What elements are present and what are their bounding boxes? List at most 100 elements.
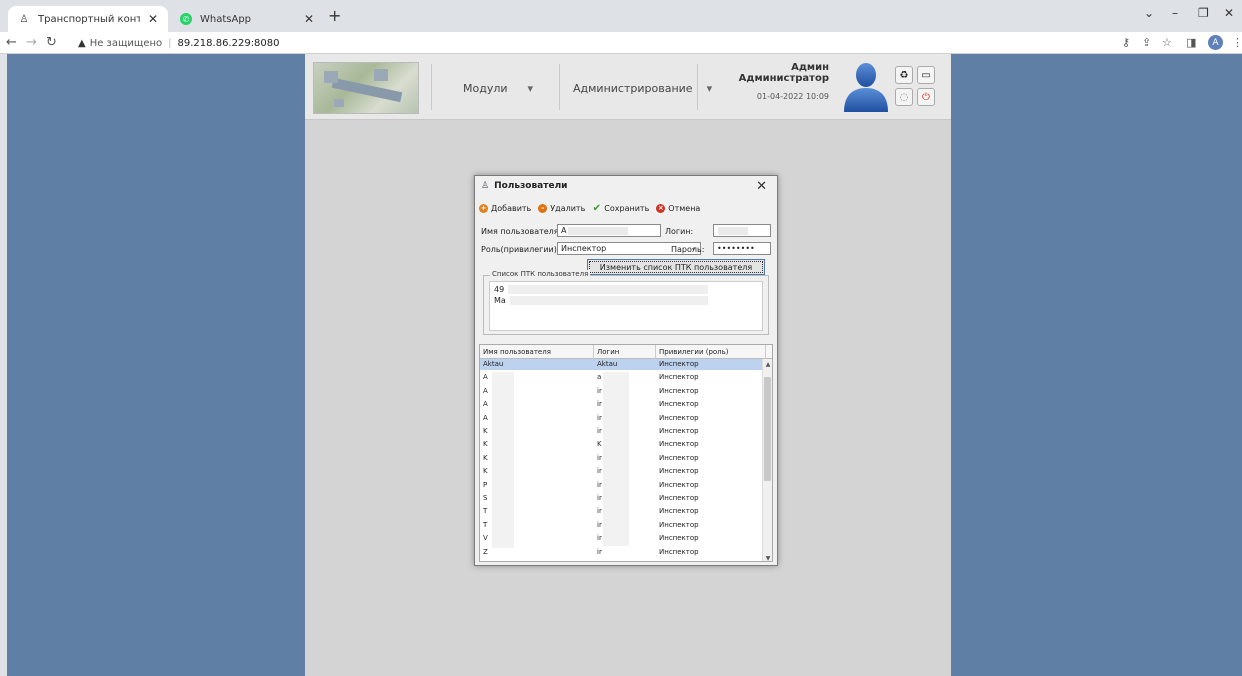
screen-icon[interactable]: ▭ xyxy=(917,66,935,84)
redacted-area xyxy=(492,372,514,548)
menu-kebab-icon[interactable]: ⋮ xyxy=(1232,36,1242,49)
app-logo xyxy=(313,62,419,114)
column-header-username[interactable]: Имя пользователя xyxy=(480,345,594,359)
warning-icon[interactable]: ▲ xyxy=(78,38,86,49)
column-header-login[interactable]: Логин xyxy=(594,345,656,359)
table-row[interactable]: Aktau Aktau Инспектор xyxy=(480,359,766,370)
ptk-item-text: Ма xyxy=(494,296,506,305)
tab-title: WhatsApp xyxy=(200,13,252,25)
logo-building xyxy=(334,99,344,107)
close-icon[interactable]: ✕ xyxy=(304,12,314,26)
cell-role: Инспектор xyxy=(659,494,699,502)
url-field[interactable]: ▲ Не защищено | 89.218.86.229:8080 xyxy=(78,34,280,52)
dialog-titlebar[interactable]: ♙ Пользователи xyxy=(475,176,777,196)
cell-role: Инспектор xyxy=(659,520,699,529)
button-label: Изменить список ПТК пользователя xyxy=(599,262,753,272)
menu-modules[interactable]: Модули ▾ xyxy=(463,82,533,95)
dialog-title: Пользователи xyxy=(494,181,568,191)
redacted-area xyxy=(718,227,748,235)
share-icon[interactable]: ⇪ xyxy=(1142,36,1151,49)
username-input[interactable]: А xyxy=(557,224,661,237)
grid-scrollbar[interactable]: ▲ ▼ xyxy=(762,359,772,562)
header-divider xyxy=(559,64,560,110)
column-label: Имя пользователя xyxy=(483,348,551,356)
ptk-list[interactable]: 49 Ма xyxy=(489,281,763,331)
sidepanel-icon[interactable]: ◨ xyxy=(1186,36,1196,49)
minus-icon: – xyxy=(538,203,548,213)
button-label: Удалить xyxy=(550,203,586,213)
column-label: Логин xyxy=(597,348,620,356)
caret-down-icon: ▾ xyxy=(706,82,713,95)
scroll-up-icon[interactable]: ▲ xyxy=(763,359,772,369)
list-item[interactable]: 49 xyxy=(494,284,758,295)
scroll-down-icon[interactable]: ▼ xyxy=(763,553,772,562)
add-button[interactable]: + Добавить xyxy=(479,203,532,213)
tab-whatsapp[interactable]: ✆ WhatsApp ✕ xyxy=(170,6,324,32)
restore-icon[interactable]: ❐ xyxy=(1198,6,1209,20)
cell-role: Инспектор xyxy=(659,453,699,462)
caret-down-icon: ▾ xyxy=(527,82,534,95)
minimize-icon[interactable]: – xyxy=(1172,6,1178,20)
delete-button[interactable]: – Удалить xyxy=(538,203,586,213)
tab-transport-control[interactable]: ♙ Транспортный контроль ✕ xyxy=(8,6,168,32)
logo-building xyxy=(374,69,388,81)
cell-role: Инспектор xyxy=(659,480,699,489)
cell-role: Инспектор xyxy=(659,427,699,435)
scroll-thumb[interactable] xyxy=(764,377,771,481)
header-divider xyxy=(431,64,432,110)
change-ptk-list-button[interactable]: Изменить список ПТК пользователя xyxy=(587,259,765,275)
key-icon[interactable]: ⚷ xyxy=(1122,36,1130,49)
group-title: Список ПТК пользователя xyxy=(490,270,591,278)
cancel-button[interactable]: × Отмена xyxy=(656,203,701,213)
check-icon: ✔ xyxy=(592,202,601,214)
browser-tabbar: ♙ Транспортный контроль ✕ ✆ WhatsApp ✕ +… xyxy=(0,0,1242,32)
ptk-list-group: Список ПТК пользователя 49 Ма xyxy=(483,270,769,335)
cell-role: Инспектор xyxy=(659,373,699,382)
login-input[interactable] xyxy=(713,224,771,237)
button-label: Сохранить xyxy=(604,203,650,213)
divider: | xyxy=(168,37,172,49)
cell-username: Aktau xyxy=(483,360,504,368)
column-header-role[interactable]: Привилегии (роль) xyxy=(656,345,766,359)
table-row[interactable]: Zir Инспектор xyxy=(480,547,766,558)
cell-role: Инспектор xyxy=(659,400,699,409)
users-dialog: ♙ Пользователи ✕ + Добавить – Удалить ✔ … xyxy=(474,175,778,566)
cell-login: Aktau xyxy=(597,360,618,368)
bookmark-star-icon[interactable]: ☆ xyxy=(1162,36,1172,49)
dialog-close-icon[interactable]: ✕ xyxy=(756,179,767,194)
password-value: •••••••• xyxy=(717,244,755,253)
button-label: Отмена xyxy=(668,203,701,213)
cell-role: Инспектор xyxy=(659,547,699,556)
cell-username: Z xyxy=(483,547,488,556)
forward-arrow-icon[interactable]: → xyxy=(26,35,37,50)
whatsapp-icon: ✆ xyxy=(180,13,192,25)
user-role: Администратор xyxy=(738,73,829,84)
cell-role: Инспектор xyxy=(659,440,699,449)
redacted-area xyxy=(510,296,708,305)
help-icon[interactable]: ◌ xyxy=(895,88,913,106)
app-header: Модули ▾ Администрирование ▾ Админ Админис… xyxy=(305,54,951,120)
password-input[interactable]: •••••••• xyxy=(713,242,771,255)
tab-search-chevron-icon[interactable]: ⌄ xyxy=(1144,6,1154,20)
add-icon: + xyxy=(479,203,488,213)
refresh-users-icon[interactable]: ♻ xyxy=(895,66,913,84)
back-arrow-icon[interactable]: ← xyxy=(6,35,17,50)
window-close-icon[interactable]: ✕ xyxy=(1224,6,1234,20)
cancel-icon: × xyxy=(656,203,666,213)
profile-avatar[interactable]: A xyxy=(1208,35,1223,50)
reload-icon[interactable]: ↻ xyxy=(46,35,57,50)
cell-role: Инспектор xyxy=(659,413,699,422)
menu-label: Модули xyxy=(463,82,508,95)
new-tab-button[interactable]: + xyxy=(328,6,341,25)
login-label: Логин: xyxy=(665,227,694,236)
password-label: Пароль: xyxy=(671,245,705,254)
list-item[interactable]: Ма xyxy=(494,295,758,306)
username-label: Имя пользователя: xyxy=(481,227,562,236)
close-icon[interactable]: ✕ xyxy=(148,12,158,26)
button-label: Добавить xyxy=(491,203,532,213)
save-button[interactable]: ✔ Сохранить xyxy=(592,202,650,214)
power-icon[interactable]: ⏻ xyxy=(917,88,935,106)
redacted-area xyxy=(603,372,629,546)
menu-administration[interactable]: Администрирование ▾ xyxy=(573,82,712,95)
user-avatar-icon xyxy=(844,63,888,112)
